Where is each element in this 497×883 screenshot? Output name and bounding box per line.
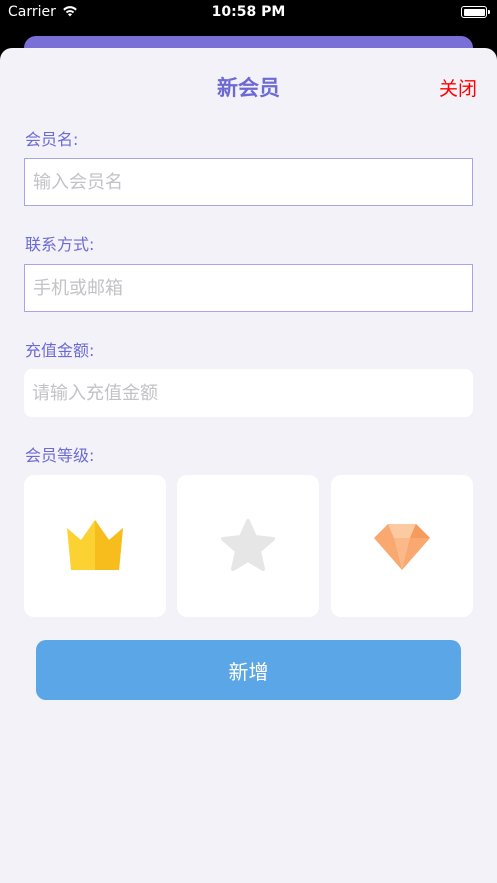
status-time: 10:58 PM <box>211 4 286 20</box>
diamond-icon <box>374 524 430 570</box>
member-name-input[interactable] <box>24 158 473 206</box>
crown-icon <box>67 520 123 570</box>
contact-input[interactable] <box>24 264 473 312</box>
add-member-button[interactable]: 新增 <box>36 640 461 700</box>
member-level-label: 会员等级: <box>25 446 95 465</box>
member-name-label: 会员名: <box>25 130 79 149</box>
level-option-diamond[interactable] <box>331 475 473 617</box>
recharge-label: 充值金额: <box>25 341 95 360</box>
page-title: 新会员 <box>217 76 280 100</box>
star-icon <box>221 519 275 571</box>
recharge-amount-input[interactable] <box>24 369 473 417</box>
level-option-crown[interactable] <box>24 475 166 617</box>
level-option-star[interactable] <box>177 475 319 617</box>
close-button[interactable]: 关闭 <box>439 74 477 101</box>
battery-icon <box>461 6 490 18</box>
contact-label: 联系方式: <box>25 235 95 254</box>
status-bar: Carrier 10:58 PM <box>0 0 497 28</box>
